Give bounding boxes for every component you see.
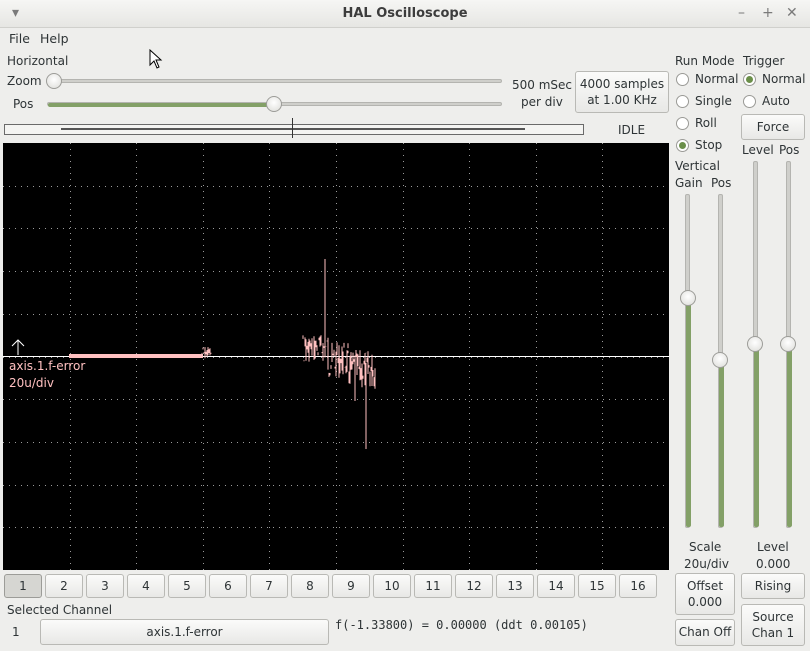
minimize-icon[interactable]: – xyxy=(738,5,745,21)
source-line1: Source xyxy=(752,609,794,624)
vertical-pos-slider-knob[interactable] xyxy=(712,352,728,368)
trigger-arrow-icon xyxy=(11,339,25,355)
rising-button[interactable]: Rising xyxy=(741,573,805,599)
scale-value: 20u/div xyxy=(684,557,729,571)
level-value: 0.000 xyxy=(756,557,791,571)
chan-off-button[interactable]: Chan Off xyxy=(675,619,735,646)
window-title: HAL Oscilloscope xyxy=(342,6,468,21)
trace-channel-scale: 20u/div xyxy=(9,376,54,390)
title-bar: ▾ HAL Oscilloscope – + ✕ xyxy=(0,0,810,28)
trigger-pos-slider-fill xyxy=(787,343,792,527)
force-button[interactable]: Force xyxy=(741,114,805,140)
zoom-label: Zoom xyxy=(7,74,42,88)
mouse-cursor-icon xyxy=(149,49,163,69)
rate-line2: per div xyxy=(521,95,563,109)
channel-button-13[interactable]: 13 xyxy=(496,574,534,598)
channel-button-4[interactable]: 4 xyxy=(127,574,165,598)
close-icon[interactable]: ✕ xyxy=(786,5,798,21)
trace-channel-name: axis.1.f-error xyxy=(9,359,86,373)
run-mode-single-radio[interactable] xyxy=(676,95,689,108)
samples-button[interactable]: 4000 samples at 1.00 KHz xyxy=(575,71,669,113)
trigger-label: Trigger xyxy=(743,54,785,68)
channel-button-8[interactable]: 8 xyxy=(291,574,329,598)
maximize-icon[interactable]: + xyxy=(762,5,774,21)
channel-readout: f(-1.33800) = 0.00000 (ddt 0.00105) xyxy=(335,618,588,632)
run-mode-stop-label: Stop xyxy=(695,138,723,152)
rate-line1: 500 mSec xyxy=(512,78,573,92)
vertical-pos-label: Pos xyxy=(711,176,732,190)
trigger-pos-label: Pos xyxy=(779,143,800,157)
gain-label: Gain xyxy=(675,176,703,190)
channel-button-1[interactable]: 1 xyxy=(4,574,42,598)
samples-line2: at 1.00 KHz xyxy=(587,93,657,107)
menu-bar: File Help xyxy=(0,28,810,50)
channel-button-10[interactable]: 10 xyxy=(373,574,411,598)
gain-slider-knob[interactable] xyxy=(680,290,696,306)
trigger-level-label: Level xyxy=(742,143,774,157)
channel-button-12[interactable]: 12 xyxy=(455,574,493,598)
selected-channel-number: 1 xyxy=(12,625,20,639)
trigger-level-slider-fill xyxy=(754,343,759,527)
trigger-pos-slider-knob[interactable] xyxy=(780,336,796,352)
trigger-level-slider-knob[interactable] xyxy=(747,336,763,352)
selected-channel-label: Selected Channel xyxy=(7,603,113,617)
channel-button-16[interactable]: 16 xyxy=(619,574,657,598)
run-mode-stop-radio[interactable] xyxy=(676,139,689,152)
samples-line1: 4000 samples xyxy=(579,76,665,91)
offset-line2: 0.000 xyxy=(687,595,723,609)
gain-slider-fill xyxy=(686,296,691,527)
run-mode-label: Run Mode xyxy=(675,54,735,68)
level-value-label: Level xyxy=(757,540,789,554)
record-trigger-marker xyxy=(292,118,293,138)
channel-button-11[interactable]: 11 xyxy=(414,574,452,598)
scope-display[interactable]: axis.1.f-error 20u/div xyxy=(3,143,669,570)
trigger-normal-label: Normal xyxy=(762,72,806,86)
channel-button-9[interactable]: 9 xyxy=(332,574,370,598)
vertical-label: Vertical xyxy=(675,159,720,173)
horizontal-section-label: Horizontal xyxy=(7,54,69,68)
channel-button-6[interactable]: 6 xyxy=(209,574,247,598)
channel-button-5[interactable]: 5 xyxy=(168,574,206,598)
record-view-window xyxy=(61,128,525,130)
channel-button-14[interactable]: 14 xyxy=(537,574,575,598)
run-mode-normal-label: Normal xyxy=(695,72,739,86)
vertical-pos-slider-fill xyxy=(719,359,724,527)
run-mode-roll-radio[interactable] xyxy=(676,117,689,130)
channel-button-15[interactable]: 15 xyxy=(578,574,616,598)
trigger-normal-radio[interactable] xyxy=(743,73,756,86)
pos-label: Pos xyxy=(13,97,34,111)
status-idle: IDLE xyxy=(618,123,646,137)
channel-button-2[interactable]: 2 xyxy=(45,574,83,598)
scope-svg xyxy=(3,143,669,570)
menu-help[interactable]: Help xyxy=(40,31,69,46)
source-button[interactable]: Source Chan 1 xyxy=(741,604,805,646)
selected-channel-name-button[interactable]: axis.1.f-error xyxy=(40,619,329,645)
scale-label: Scale xyxy=(689,540,722,554)
offset-button[interactable]: Offset 0.000 xyxy=(675,573,735,615)
offset-line1: Offset xyxy=(686,578,724,593)
pos-slider-fill xyxy=(48,103,274,107)
channel-button-7[interactable]: 7 xyxy=(250,574,288,598)
pos-slider-knob[interactable] xyxy=(266,96,282,112)
channel-button-3[interactable]: 3 xyxy=(86,574,124,598)
zoom-slider[interactable] xyxy=(47,79,502,83)
run-mode-normal-radio[interactable] xyxy=(676,73,689,86)
source-line2: Chan 1 xyxy=(751,626,795,640)
zoom-slider-knob[interactable] xyxy=(46,73,62,89)
run-mode-roll-label: Roll xyxy=(695,116,717,130)
menu-file[interactable]: File xyxy=(9,31,30,46)
run-mode-single-label: Single xyxy=(695,94,732,108)
trigger-auto-label: Auto xyxy=(762,94,790,108)
trigger-auto-radio[interactable] xyxy=(743,95,756,108)
record-progress-bar[interactable] xyxy=(4,124,584,135)
